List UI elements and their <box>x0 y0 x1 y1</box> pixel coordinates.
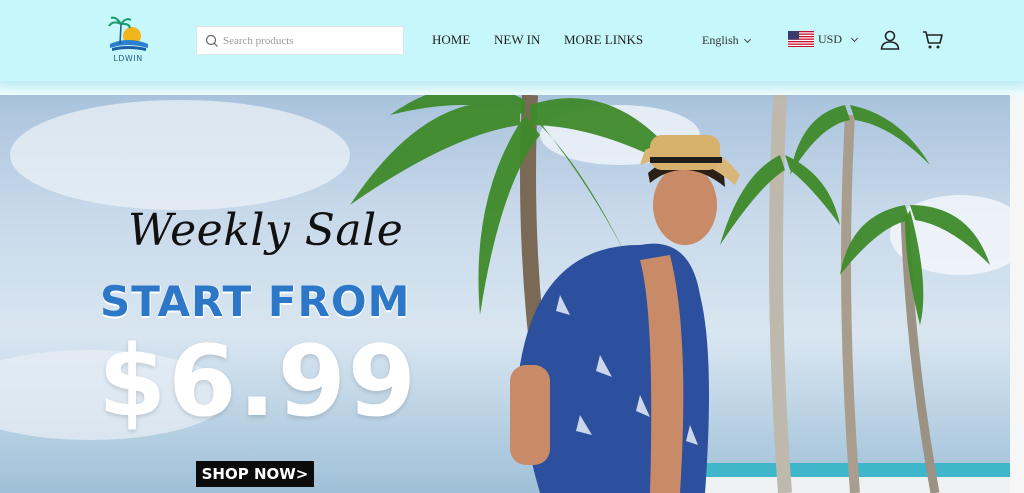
currency-label: USD <box>818 32 843 46</box>
us-flag-icon <box>788 31 814 48</box>
search-icon[interactable] <box>205 34 219 48</box>
nav-new-in[interactable]: NEW IN <box>494 32 540 48</box>
site-header: LDWIN HOME NEW IN MORE LINKS English USD <box>0 0 1024 81</box>
hero-banner[interactable]: Weekly Sale START FROM $6.99 SHOP NOW> <box>0 95 1010 493</box>
brand-logo[interactable]: LDWIN <box>104 14 152 66</box>
page-scrollbar[interactable] <box>1010 95 1024 493</box>
search-box[interactable] <box>196 26 404 55</box>
chevron-down-icon <box>850 34 859 43</box>
currency-selector[interactable]: USD <box>788 31 859 48</box>
shop-now-button[interactable]: SHOP NOW> <box>196 461 314 487</box>
cart-icon[interactable] <box>921 28 945 52</box>
hero-price: $6.99 <box>98 325 418 439</box>
palm-island-logo-icon <box>108 16 148 51</box>
logo-text: LDWIN <box>113 54 143 63</box>
search-input[interactable] <box>223 28 399 53</box>
chevron-down-icon <box>743 35 751 44</box>
nav-more-links[interactable]: MORE LINKS <box>564 32 643 48</box>
hero-headline: START FROM <box>100 277 411 326</box>
hero-script-title: Weekly Sale <box>128 205 404 256</box>
language-selector[interactable]: English <box>702 33 751 48</box>
nav-home[interactable]: HOME <box>432 32 470 48</box>
header-shadow-band <box>0 81 1024 95</box>
language-label: English <box>702 33 739 47</box>
user-icon[interactable] <box>878 28 902 52</box>
